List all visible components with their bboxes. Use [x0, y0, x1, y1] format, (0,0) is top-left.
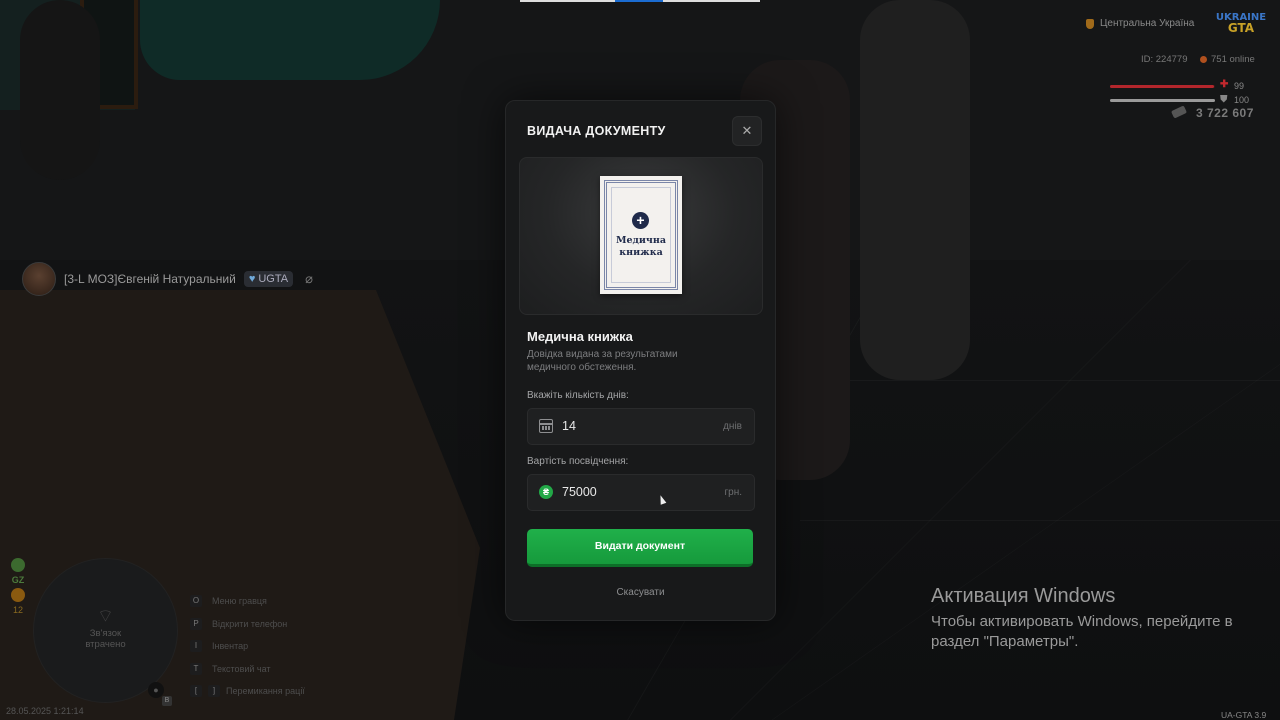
player-nametag: [3-L МОЗ]Євгеній Натуральний ♥ UGTA ⌀ — [22, 262, 313, 296]
key-cap: [ — [190, 685, 202, 698]
activation-text: Чтобы активировать Windows, перейдите в … — [931, 613, 1233, 650]
datetime: 28.05.2025 1:21:14 — [6, 706, 84, 716]
status-column: GZ 12 — [10, 558, 26, 615]
keybind-label: Текстовий чат — [212, 663, 271, 674]
document-name: Медична книжка — [527, 329, 633, 344]
keybind-label: Перемикання рації — [226, 686, 305, 697]
currency-icon: ₴ — [539, 485, 553, 499]
floor-grid-line — [780, 380, 1280, 381]
calendar-icon — [539, 419, 553, 433]
health-bar-fill — [1110, 85, 1214, 88]
hud-region: Центральна Україна — [1086, 18, 1194, 29]
floor-grid-line — [800, 520, 1280, 521]
shield-icon — [1086, 18, 1094, 29]
keybind-label: Інвентар — [212, 641, 249, 652]
dialog-title: ВИДАЧА ДОКУМЕНТУ — [527, 124, 666, 138]
money-value: 3 722 607 — [1196, 106, 1254, 120]
muted-mic-icon: ⌀ — [305, 271, 313, 286]
keybind-row: T Текстовий чат — [190, 658, 305, 681]
cancel-button[interactable]: Скасувати — [506, 587, 775, 598]
price-label: Вартість посвідчення: — [527, 456, 629, 467]
character — [860, 0, 970, 380]
key-cap: P — [190, 617, 202, 630]
no-signal-icon: ⌔ — [97, 606, 114, 626]
logo-line-2: GTA — [1227, 21, 1255, 35]
mic-key: B — [162, 696, 172, 706]
days-label: Вкажіть кількість днів: — [527, 390, 629, 401]
armor-bar — [1110, 99, 1215, 102]
key-cap: T — [190, 662, 202, 675]
keybind-hints: O Меню гравця P Відкрити телефон I Інвен… — [190, 590, 305, 703]
character — [20, 0, 100, 180]
keybind-row: [ ] Перемикання рації — [190, 680, 305, 703]
badge-label: UGTA — [258, 273, 289, 285]
stat-icon — [11, 558, 25, 572]
online-icon — [1200, 56, 1207, 63]
issue-document-dialog: ВИДАЧА ДОКУМЕНТУ ✕ + Медична книжка Меди… — [505, 100, 776, 621]
activation-title: Активация Windows — [931, 585, 1116, 607]
server-logo: UKRAINE GTA — [1214, 12, 1268, 38]
stat-count: 12 — [12, 605, 23, 615]
price-input[interactable]: ₴ 75000 грн. — [527, 474, 755, 511]
health-bar — [1110, 85, 1215, 88]
plus-icon: + — [632, 212, 649, 229]
top-progress-strip — [520, 0, 760, 2]
online-count: 751 online — [1200, 54, 1255, 65]
document-description: Довідка видана за результатами медичного… — [527, 349, 678, 373]
key-cap: O — [190, 595, 202, 608]
keybind-label: Відкрити телефон — [212, 618, 288, 629]
minimap-status: Зв'язок втрачено — [85, 628, 126, 650]
document-card-title: Медична книжка — [615, 235, 666, 258]
keybind-row: O Меню гравця — [190, 590, 305, 613]
price-value: 75000 — [562, 485, 597, 499]
health-value: 99 — [1234, 81, 1245, 91]
keybind-row: I Інвентар — [190, 635, 305, 658]
version-label: UA-GTA 3.9 — [1221, 710, 1267, 720]
heart-icon: ♥ — [248, 273, 256, 285]
document-card[interactable]: + Медична книжка — [600, 176, 682, 294]
gz-label: GZ — [11, 575, 25, 585]
armor-icon: ⛊ — [1220, 94, 1228, 105]
region-label: Центральна Україна — [1100, 18, 1195, 29]
keybind-label: Меню гравця — [212, 596, 267, 607]
stat-icon — [11, 588, 25, 602]
player-name: [3-L МОЗ]Євгеній Натуральний — [64, 272, 236, 286]
keybind-row: P Відкрити телефон — [190, 613, 305, 636]
issue-document-button[interactable]: Видати документ — [527, 529, 753, 567]
armor-value: 100 — [1234, 95, 1250, 105]
key-cap: ] — [208, 685, 220, 698]
days-value: 14 — [562, 419, 576, 433]
health-icon: ✚ — [1220, 79, 1229, 90]
online-label: 751 online — [1211, 54, 1255, 65]
status-badge: ♥ UGTA — [243, 271, 294, 287]
player-id: ID: 224779 — [1141, 54, 1188, 65]
avatar — [22, 262, 56, 296]
wall-decoration — [140, 0, 440, 80]
price-suffix: грн. — [724, 487, 742, 498]
windows-activation-watermark: Активация Windows Чтобы активировать Win… — [931, 585, 1241, 652]
top-progress-segment — [615, 0, 663, 2]
days-input[interactable]: 14 днів — [527, 408, 755, 445]
days-suffix: днів — [723, 421, 742, 432]
close-button[interactable]: ✕ — [732, 116, 762, 146]
armor-bar-fill — [1110, 99, 1215, 102]
document-preview: + Медична книжка — [519, 157, 763, 315]
key-cap: I — [190, 640, 202, 653]
